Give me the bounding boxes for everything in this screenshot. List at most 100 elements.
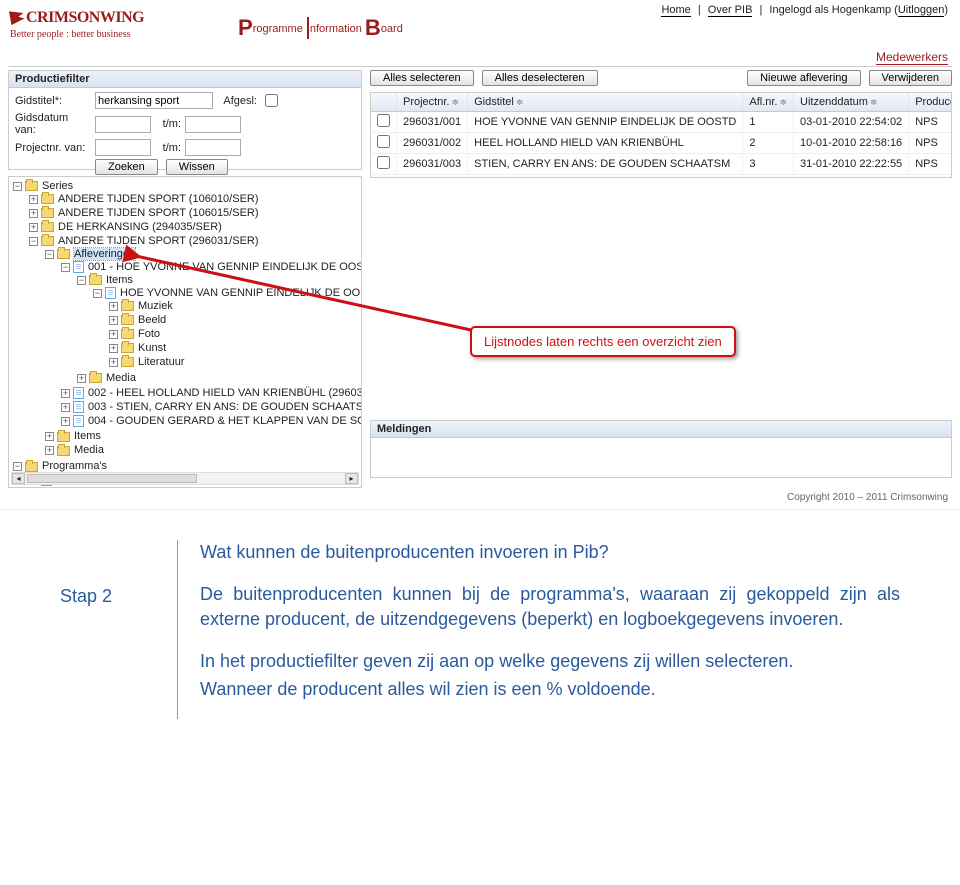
results-table-panel: Projectnr.≑ Gidstitel≑ Afl.nr.≑ Uitzendd…	[370, 92, 952, 178]
scroll-thumb[interactable]	[27, 474, 197, 483]
tree-node[interactable]: 001 - HOE YVONNE VAN GENNIP EINDELIJK DE…	[88, 261, 362, 273]
row-checkbox[interactable]	[377, 177, 390, 178]
toggle-icon[interactable]: +	[109, 358, 118, 367]
row-checkbox[interactable]	[377, 156, 390, 169]
tree-node[interactable]: DE HERKANSING (294035/SER)	[58, 221, 222, 233]
toggle-icon[interactable]: +	[29, 209, 38, 218]
table-row[interactable]: 296031/002HEEL HOLLAND HIELD VAN KRIENBÜ…	[371, 133, 952, 154]
link-medewerkers[interactable]: Medewerkers	[876, 50, 948, 65]
afgesl-checkbox[interactable]	[265, 94, 278, 107]
tree-node[interactable]: 002 - HEEL HOLLAND HIELD VAN KRIENBÜHL (…	[88, 387, 362, 399]
toggle-icon[interactable]: +	[77, 374, 86, 383]
document-icon	[105, 287, 116, 299]
node-series[interactable]: Series	[42, 180, 73, 192]
toggle-icon[interactable]: +	[109, 302, 118, 311]
tree-node[interactable]: ANDERE TIJDEN SPORT (296031/SER)	[58, 235, 259, 247]
document-icon	[73, 261, 84, 273]
tree-node[interactable]: Items	[74, 430, 101, 442]
toggle-icon[interactable]: +	[61, 403, 70, 412]
wissen-button[interactable]: Wissen	[166, 159, 228, 175]
horizontal-scrollbar[interactable]: ◂ ▸	[11, 472, 359, 485]
gidsdatum-van-input[interactable]	[95, 116, 151, 133]
tree-node[interactable]: Media	[106, 372, 136, 384]
folder-icon	[57, 249, 70, 259]
scroll-left-icon[interactable]: ◂	[12, 473, 25, 484]
toggle-icon[interactable]: +	[29, 223, 38, 232]
col-gidstitel[interactable]: Gidstitel≑	[468, 93, 743, 112]
tree-node[interactable]: HOE YVONNE VAN GENNIP EINDELIJK DE OOSTD…	[120, 287, 362, 299]
toggle-icon[interactable]: −	[13, 462, 22, 471]
toggle-icon[interactable]: +	[61, 389, 70, 398]
node-programmas[interactable]: Programma's	[42, 460, 107, 472]
tree-node[interactable]: Literatuur	[138, 356, 184, 368]
nav-home[interactable]: Home	[661, 4, 690, 17]
cell-uitzenddatum: 12-02-2010 21:35:03	[794, 175, 909, 179]
nieuwe-aflevering-button[interactable]: Nieuwe aflevering	[747, 70, 860, 86]
toggle-icon[interactable]: −	[93, 289, 102, 298]
productiefilter-title: Productiefilter	[9, 71, 361, 88]
deselect-all-button[interactable]: Alles deselecteren	[482, 70, 598, 86]
table-row[interactable]: 296031/001HOE YVONNE VAN GENNIP EINDELIJ…	[371, 112, 952, 133]
table-row[interactable]: 296031/003STIEN, CARRY EN ANS: DE GOUDEN…	[371, 154, 952, 175]
toggle-icon[interactable]: +	[45, 446, 54, 455]
tree-panel[interactable]: − Series + ANDERE TIJDEN SPORT (106010/SER…	[8, 176, 362, 488]
pib-i-txt: nformation	[310, 23, 362, 35]
tree-node[interactable]: Muziek	[138, 300, 173, 312]
cell-producent: NPS	[909, 154, 952, 175]
toggle-icon[interactable]: +	[109, 344, 118, 353]
doc-paragraph: In het productiefilter geven zij aan op …	[200, 649, 900, 673]
zoeken-button[interactable]: Zoeken	[95, 159, 158, 175]
doc-paragraph: Wanneer de producent alles wil zien is e…	[200, 677, 900, 701]
tree-node[interactable]: 003 - STIEN, CARRY EN ANS: DE GOUDEN SCH…	[88, 401, 362, 413]
gidsdatum-tm-input[interactable]	[185, 116, 241, 133]
tree-node[interactable]: Beeld	[138, 314, 166, 326]
folder-icon	[89, 275, 102, 285]
toggle-icon[interactable]: −	[29, 237, 38, 246]
folder-icon	[25, 181, 38, 191]
toggle-icon[interactable]: +	[109, 316, 118, 325]
brand-text: CRIMSONWING	[26, 9, 144, 26]
tree-node[interactable]: Foto	[138, 328, 160, 340]
cell-projectnr: 296031/002	[397, 133, 468, 154]
productiefilter-panel: Productiefilter Gidstitel*: Afgesl: Gids…	[8, 70, 362, 170]
folder-icon	[41, 222, 54, 232]
scroll-right-icon[interactable]: ▸	[345, 473, 358, 484]
sort-icon: ≑	[779, 97, 787, 107]
projectnr-tm-input[interactable]	[185, 139, 241, 156]
toggle-icon[interactable]: +	[45, 432, 54, 441]
toggle-icon[interactable]: −	[13, 182, 22, 191]
col-producent[interactable]: Producent≑	[909, 93, 952, 112]
toggle-icon[interactable]: +	[61, 417, 70, 426]
cell-aflnr: 2	[743, 133, 794, 154]
pib-p-txt: rogramme	[253, 23, 303, 35]
tree-node[interactable]: ANDERE TIJDEN SPORT (106010/SER)	[58, 193, 259, 205]
nav-over-pib[interactable]: Over PIB	[708, 4, 753, 17]
cell-projectnr: 296031/001	[397, 112, 468, 133]
table-row[interactable]: 296031/004GOUDEN GERARD & HET KLAPPEN VA…	[371, 175, 952, 179]
folder-icon	[57, 432, 70, 442]
tree-node[interactable]: Media	[74, 444, 104, 456]
select-all-button[interactable]: Alles selecteren	[370, 70, 474, 86]
tree-node[interactable]: 004 - GOUDEN GERARD & HET KLAPPEN VAN DE…	[88, 415, 362, 427]
col-uitzenddatum[interactable]: Uitzenddatum≑	[794, 93, 909, 112]
col-projectnr[interactable]: Projectnr.≑	[397, 93, 468, 112]
toggle-icon[interactable]: −	[45, 250, 54, 259]
projectnr-van-input[interactable]	[95, 139, 151, 156]
nav-logout[interactable]: Uitloggen	[898, 4, 944, 17]
row-checkbox[interactable]	[377, 114, 390, 127]
tree-node[interactable]: Kunst	[138, 342, 166, 354]
gidstitel-input[interactable]	[95, 92, 213, 109]
row-checkbox[interactable]	[377, 135, 390, 148]
toggle-icon[interactable]: +	[109, 330, 118, 339]
tree-node[interactable]: ANDERE TIJDEN SPORT (106015/SER)	[58, 207, 259, 219]
brand-logo: CRIMSONWING Better people : better busin…	[10, 8, 144, 40]
toggle-icon[interactable]: +	[29, 195, 38, 204]
toggle-icon[interactable]: −	[61, 263, 70, 272]
tree-node[interactable]: Items	[106, 274, 133, 286]
toggle-icon[interactable]: −	[77, 276, 86, 285]
folder-icon	[41, 236, 54, 246]
verwijderen-button[interactable]: Verwijderen	[869, 70, 952, 86]
node-afleveringen[interactable]: Afleveringen	[74, 248, 135, 260]
col-aflnr[interactable]: Afl.nr.≑	[743, 93, 794, 112]
brand-tagline: Better people : better business	[10, 29, 144, 40]
